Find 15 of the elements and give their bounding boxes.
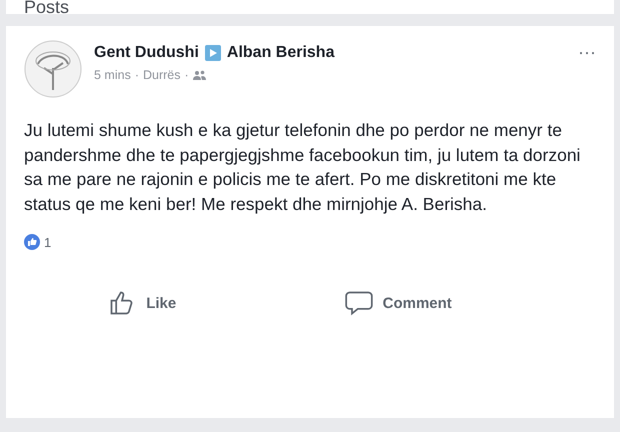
people-icon: [192, 70, 206, 80]
dot-separator: ·: [184, 68, 189, 82]
dot-separator: ·: [134, 68, 139, 82]
recipient-name[interactable]: Alban Berisha: [226, 44, 334, 62]
speech-bubble-icon: [344, 290, 373, 316]
more-options-button[interactable]: ···: [578, 42, 596, 63]
post-time[interactable]: 5 mins: [94, 68, 131, 82]
like-button[interactable]: Like: [102, 288, 182, 318]
author-name[interactable]: Gent Dudushi: [94, 44, 199, 62]
post-location[interactable]: Durrës: [143, 68, 181, 82]
post-text: Ju lutemi shume kush e ka gjetur telefonin dhe po perdor ne menyr te pandershme dhe te papergjegjshme facebookun tim, ju lutem ta dorzoni sa me pare ne rajonin e policis me te afert. Po me diskretitoni me kte status qe me keni ber! Me respekt dhe mirnjohje A. Berisha.: [24, 119, 582, 216]
like-reaction-icon: [24, 234, 40, 250]
section-title: Posts: [24, 0, 70, 14]
comment-button[interactable]: Comment: [338, 288, 458, 318]
reaction-count[interactable]: 1: [44, 234, 52, 250]
